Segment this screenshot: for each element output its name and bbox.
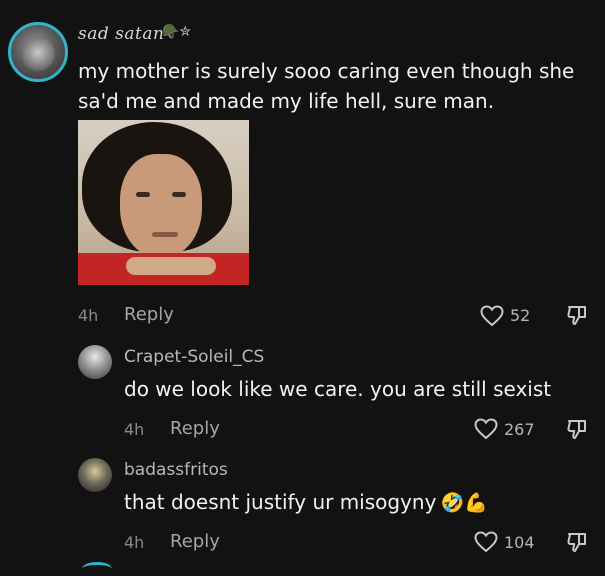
image-mouth — [152, 232, 178, 237]
like-count: 104 — [504, 533, 535, 552]
username-badassfritos[interactable]: badassfritos — [124, 460, 228, 480]
thumbs-down-outline-icon[interactable] — [566, 304, 588, 326]
comment-text: my mother is surely sooo caring even tho… — [78, 59, 575, 113]
image-face — [120, 154, 202, 258]
thumbs-down-outline-icon[interactable] — [566, 531, 588, 553]
reply-text: that doesnt justify ur misogyny 🤣💪 — [124, 490, 488, 514]
reply-button[interactable]: Reply — [170, 418, 220, 439]
like-count: 267 — [504, 420, 535, 439]
emoji-laughing-flexing: 🤣💪 — [440, 492, 488, 514]
reply-text-content: that doesnt justify ur misogyny — [124, 490, 437, 514]
username-sad-satan[interactable]: sad satan — [78, 24, 164, 44]
reply-time: 4h — [124, 533, 145, 552]
reply-button[interactable]: Reply — [124, 304, 174, 325]
comment-time: 4h — [78, 306, 99, 325]
next-avatar-partial — [82, 562, 112, 576]
heart-outline-icon[interactable] — [474, 418, 498, 440]
reply-time: 4h — [124, 420, 145, 439]
image-eye-right — [172, 192, 186, 197]
reply-text: do we look like we care. you are still s… — [124, 377, 551, 401]
avatar-sad-satan[interactable] — [8, 22, 68, 82]
heart-outline-icon[interactable] — [474, 531, 498, 553]
user-badges: 🪖✮ — [162, 24, 192, 40]
username-crapet-soleil[interactable]: Crapet-Soleil_CS — [124, 347, 264, 367]
avatar-image — [21, 37, 55, 71]
thumbs-down-outline-icon[interactable] — [566, 418, 588, 440]
avatar-badassfritos[interactable] — [78, 458, 112, 492]
avatar-crapet-soleil[interactable] — [78, 345, 112, 379]
heart-outline-icon[interactable] — [480, 305, 504, 327]
comment-image[interactable] — [78, 120, 249, 285]
like-count: 52 — [510, 306, 531, 325]
reply-text-content: do we look like we care. you are still s… — [124, 377, 552, 401]
image-hand — [126, 257, 216, 275]
reply-button[interactable]: Reply — [170, 531, 220, 552]
image-eye-left — [136, 192, 150, 197]
